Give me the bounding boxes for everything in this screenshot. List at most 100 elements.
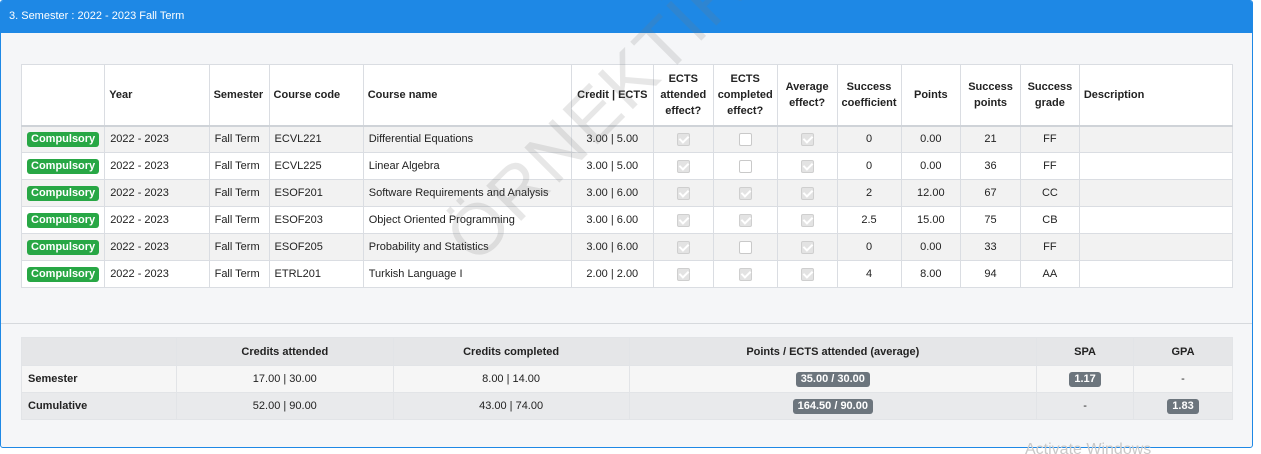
success-points: 21: [960, 125, 1021, 153]
success-coefficient: 0: [836, 233, 902, 261]
course-type-cell: Compulsory: [20, 179, 106, 207]
ects-completed-cell: [712, 233, 778, 261]
summary-credits-attended: 17.00 | 30.00: [175, 365, 394, 393]
compulsory-badge: Compulsory: [27, 212, 100, 228]
course-code: ESOF201: [268, 179, 364, 207]
ects-attended-cell: [652, 206, 714, 234]
average-effect-cell: [776, 260, 838, 288]
course-code: ECVL225: [268, 152, 364, 180]
success-points: 33: [960, 233, 1021, 261]
semester-header[interactable]: 3. Semester : 2022 - 2023 Fall Term: [1, 1, 1252, 33]
course-description: [1078, 125, 1234, 153]
col-success-grade: Success grade: [1019, 64, 1080, 127]
course-row: Compulsory 2022 - 2023 Fall Term ESOF203 Obj…: [20, 206, 1234, 234]
course-year: 2022 - 2023: [104, 206, 210, 234]
courses-header-row: Year Semester Course code Course name Cr…: [20, 64, 1234, 127]
course-credit-ects: 3.00 | 5.00: [570, 152, 654, 180]
course-points: 12.00: [900, 179, 962, 207]
course-year: 2022 - 2023: [104, 260, 210, 288]
course-row: Compulsory 2022 - 2023 Fall Term ECVL221 Dif…: [20, 125, 1234, 153]
section-divider: [1, 323, 1252, 324]
course-credit-ects: 3.00 | 6.00: [570, 206, 654, 234]
course-description: [1078, 206, 1234, 234]
ects-attended-checkbox: [676, 213, 690, 227]
success-grade: AA: [1019, 260, 1080, 288]
course-type-cell: Compulsory: [20, 233, 106, 261]
course-semester: Fall Term: [208, 260, 270, 288]
col-type: [20, 64, 106, 127]
col-average-effect: Average effect?: [776, 64, 838, 127]
course-name: Turkish Language I: [362, 260, 572, 288]
course-year: 2022 - 2023: [104, 179, 210, 207]
course-year: 2022 - 2023: [104, 152, 210, 180]
ects-completed-cell: [712, 152, 778, 180]
average-effect-cell: [776, 179, 838, 207]
success-coefficient: 4: [836, 260, 902, 288]
course-points: 8.00: [900, 260, 962, 288]
course-points: 15.00: [900, 206, 962, 234]
compulsory-badge: Compulsory: [27, 185, 100, 201]
ects-attended-checkbox: [676, 267, 690, 281]
col-success-coefficient: Success coefficient: [836, 64, 902, 127]
success-points: 67: [960, 179, 1021, 207]
course-semester: Fall Term: [208, 233, 270, 261]
course-points: 0.00: [900, 233, 962, 261]
points-average-badge: 164.50 / 90.00: [792, 398, 873, 414]
ects-completed-checkbox: [738, 213, 752, 227]
col-credit-ects: Credit | ECTS: [570, 64, 654, 127]
course-semester: Fall Term: [208, 152, 270, 180]
col-course-name: Course name: [362, 64, 572, 127]
summary-label: Cumulative: [21, 392, 177, 420]
success-grade: CC: [1019, 179, 1080, 207]
summary-table: Credits attended Credits completed Point…: [21, 337, 1233, 420]
average-effect-cell: [776, 206, 838, 234]
semester-panel: 3. Semester : 2022 - 2023 Fall Term Year…: [0, 0, 1253, 448]
spa-badge: 1.17: [1069, 371, 1101, 387]
gpa-badge: 1.83: [1167, 398, 1199, 414]
col-year: Year: [104, 64, 210, 127]
course-year: 2022 - 2023: [104, 125, 210, 153]
ects-attended-checkbox: [676, 240, 690, 254]
course-type-cell: Compulsory: [20, 206, 106, 234]
col-success-points: Success points: [960, 64, 1021, 127]
ects-attended-cell: [652, 125, 714, 153]
course-credit-ects: 3.00 | 6.00: [570, 179, 654, 207]
compulsory-badge: Compulsory: [27, 239, 100, 255]
course-credit-ects: 3.00 | 5.00: [570, 125, 654, 153]
ects-completed-checkbox: [738, 267, 752, 281]
summary-credits-completed: 43.00 | 74.00: [392, 392, 630, 420]
ects-completed-checkbox: [738, 240, 752, 254]
average-effect-checkbox: [800, 240, 814, 254]
courses-table: Year Semester Course code Course name Cr…: [20, 64, 1234, 288]
success-coefficient: 2.5: [836, 206, 902, 234]
compulsory-badge: Compulsory: [27, 266, 100, 282]
summary-row: Cumulative 52.00 | 90.00 43.00 | 74.00 164.…: [21, 392, 1233, 420]
summary-col-points-average: Points / ECTS attended (average): [628, 337, 1038, 366]
course-name: Probability and Statistics: [362, 233, 572, 261]
ects-attended-cell: [652, 152, 714, 180]
success-coefficient: 0: [836, 152, 902, 180]
course-type-cell: Compulsory: [20, 125, 106, 153]
course-code: ETRL201: [268, 260, 364, 288]
course-description: [1078, 179, 1234, 207]
course-code: ECVL221: [268, 125, 364, 153]
average-effect-cell: [776, 125, 838, 153]
col-points: Points: [900, 64, 962, 127]
ects-completed-cell: [712, 179, 778, 207]
summary-col-spa: SPA: [1036, 337, 1135, 366]
col-semester: Semester: [208, 64, 270, 127]
ects-attended-checkbox: [676, 159, 690, 173]
col-ects-attended: ECTS attended effect?: [652, 64, 714, 127]
summary-col-label: [21, 337, 177, 366]
course-description: [1078, 233, 1234, 261]
average-effect-checkbox: [800, 267, 814, 281]
summary-credits-completed: 8.00 | 14.00: [392, 365, 630, 393]
success-points: 75: [960, 206, 1021, 234]
summary-col-gpa: GPA: [1133, 337, 1233, 366]
gpa-cell: 1.83: [1133, 392, 1233, 420]
gpa-cell: -: [1133, 365, 1233, 393]
average-effect-cell: [776, 233, 838, 261]
course-semester: Fall Term: [208, 125, 270, 153]
average-effect-cell: [776, 152, 838, 180]
average-effect-checkbox: [800, 186, 814, 200]
